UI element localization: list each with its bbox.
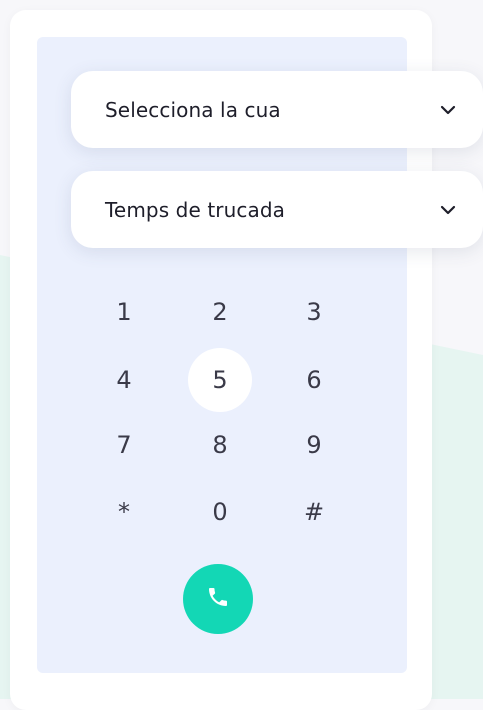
- keypad-key-hash[interactable]: #: [282, 480, 346, 544]
- call-time-select[interactable]: Temps de trucada: [71, 171, 483, 248]
- phone-icon: [206, 585, 230, 613]
- keypad-key-9[interactable]: 9: [282, 413, 346, 477]
- keypad-key-1[interactable]: 1: [92, 280, 156, 344]
- keypad-key-2[interactable]: 2: [188, 280, 252, 344]
- keypad-key-7[interactable]: 7: [92, 413, 156, 477]
- call-button[interactable]: [183, 564, 253, 634]
- chevron-down-icon: [439, 201, 457, 219]
- keypad-key-0[interactable]: 0: [188, 480, 252, 544]
- chevron-down-icon: [439, 101, 457, 119]
- keypad-key-8[interactable]: 8: [188, 413, 252, 477]
- keypad-key-5[interactable]: 5: [188, 348, 252, 412]
- keypad-key-star[interactable]: *: [92, 480, 156, 544]
- queue-select[interactable]: Selecciona la cua: [71, 71, 483, 148]
- keypad-key-3[interactable]: 3: [282, 280, 346, 344]
- call-time-select-label: Temps de trucada: [105, 197, 285, 222]
- keypad-key-6[interactable]: 6: [282, 348, 346, 412]
- queue-select-label: Selecciona la cua: [105, 97, 281, 122]
- keypad-key-4[interactable]: 4: [92, 348, 156, 412]
